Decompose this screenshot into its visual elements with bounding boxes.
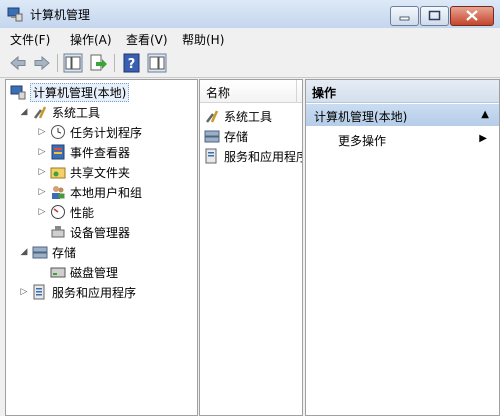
tree-item-local-users[interactable]: ▷ 本地用户和组 — [36, 182, 142, 202]
tree-item-services-apps[interactable]: ▷ 服务和应用程序 — [18, 282, 136, 302]
forward-arrow-icon[interactable] — [32, 53, 52, 73]
tree-item-label: 设备管理器 — [70, 225, 131, 240]
actions-group-label: 计算机管理(本地) — [314, 110, 408, 124]
collapse-triangle-icon[interactable]: ◢ — [18, 246, 30, 258]
tree-item-label: 系统工具 — [52, 105, 101, 120]
list-item-system-tools[interactable]: 系统工具 — [204, 106, 272, 126]
system-tools-icon — [206, 110, 219, 123]
actions-header: 操作 — [306, 80, 499, 103]
minimize-button[interactable] — [390, 6, 419, 26]
expand-triangle-icon[interactable]: ▷ — [36, 206, 48, 218]
tree-item-event-viewer[interactable]: ▷ 事件查看器 — [36, 142, 130, 162]
toolbar: ? — [0, 48, 500, 78]
device-manager-icon — [51, 226, 65, 238]
collapse-up-arrow-icon[interactable]: ▲ — [481, 109, 489, 120]
help-icon[interactable]: ? — [122, 53, 142, 73]
services-applications-icon — [33, 284, 45, 300]
disk-management-icon — [50, 267, 66, 278]
export-list-icon[interactable] — [88, 53, 108, 73]
console-tree-pane[interactable]: 计算机管理(本地) ◢ 系统工具 ▷ 任务计划程序 ▷ 事件查看器 ▷ 共享文件… — [5, 79, 198, 416]
show-tree-icon[interactable] — [63, 53, 83, 73]
close-icon — [466, 10, 478, 21]
list-item-label: 存储 — [224, 129, 249, 144]
actions-pane: 操作 计算机管理(本地) ▲ 更多操作 ▶ — [305, 79, 500, 416]
maximize-icon — [428, 10, 441, 21]
menu-action[interactable]: 操作(A) — [70, 31, 112, 48]
expand-triangle-icon[interactable]: ▷ — [36, 146, 48, 158]
menu-bar: 文件(F) 操作(A) 查看(V) 帮助(H) — [0, 28, 500, 48]
close-button[interactable] — [450, 6, 494, 26]
menu-view[interactable]: 查看(V) — [126, 31, 168, 48]
window-title: 计算机管理 — [30, 8, 91, 22]
computer-management-window: 计算机管理 文件(F) 操作(A) 查看(V) 帮助(H) ? 计算机管理(本地… — [0, 0, 500, 416]
tree-item-shared-folders[interactable]: ▷ 共享文件夹 — [36, 162, 130, 182]
tree-item-label: 共享文件夹 — [70, 165, 131, 180]
menu-help[interactable]: 帮助(H) — [182, 31, 224, 48]
results-pane[interactable]: 名称 系统工具 存储 服务和应用程序 — [199, 79, 303, 416]
back-arrow-icon[interactable] — [8, 53, 28, 73]
actions-header-label: 操作 — [312, 86, 337, 100]
svg-text:?: ? — [128, 57, 136, 72]
tree-item-storage[interactable]: ◢ 存储 — [18, 242, 76, 262]
title-bar[interactable]: 计算机管理 — [0, 0, 500, 28]
computer-management-icon — [10, 85, 26, 100]
storage-icon — [204, 130, 220, 143]
tree-item-label: 服务和应用程序 — [52, 285, 137, 300]
list-item-label: 服务和应用程序 — [224, 149, 303, 164]
actions-group-root[interactable]: 计算机管理(本地) ▲ — [306, 104, 499, 126]
services-applications-icon — [205, 148, 217, 164]
tree-item-root[interactable]: 计算机管理(本地) — [10, 82, 130, 102]
users-icon — [52, 186, 65, 199]
tree-item-label: 本地用户和组 — [70, 185, 143, 200]
tree-item-device-manager[interactable]: 设备管理器 — [50, 222, 130, 242]
tree-item-label: 任务计划程序 — [70, 125, 143, 140]
list-item-label: 系统工具 — [224, 109, 273, 124]
menu-file[interactable]: 文件(F) — [10, 31, 50, 48]
performance-gauge-icon — [51, 205, 65, 219]
list-item-services-apps[interactable]: 服务和应用程序 — [204, 146, 303, 166]
tree-item-label: 存储 — [52, 245, 77, 260]
tree-item-label: 磁盘管理 — [70, 265, 119, 280]
list-item-storage[interactable]: 存储 — [204, 126, 248, 146]
tree-item-task-scheduler[interactable]: ▷ 任务计划程序 — [36, 122, 142, 142]
shared-folder-icon — [50, 167, 66, 179]
tree-item-system-tools[interactable]: ◢ 系统工具 — [18, 102, 100, 122]
expand-triangle-icon[interactable]: ▷ — [36, 126, 48, 138]
maximize-button[interactable] — [420, 6, 449, 26]
tree-item-label: 计算机管理(本地) — [30, 82, 130, 102]
collapse-triangle-icon[interactable]: ◢ — [18, 106, 30, 118]
action-label: 更多操作 — [338, 134, 387, 148]
expand-triangle-icon[interactable]: ▷ — [36, 166, 48, 178]
tree-item-performance[interactable]: ▷ 性能 — [36, 202, 94, 222]
action-pane-icon[interactable] — [147, 53, 167, 73]
computer-management-icon — [7, 7, 23, 22]
column-header-name[interactable]: 名称 — [200, 80, 302, 103]
column-header-label: 名称 — [206, 86, 231, 100]
tree-item-disk-management[interactable]: 磁盘管理 — [50, 262, 118, 282]
event-viewer-icon — [51, 144, 65, 160]
submenu-arrow-icon: ▶ — [479, 133, 487, 144]
storage-icon — [32, 246, 48, 259]
expand-triangle-icon[interactable]: ▷ — [36, 186, 48, 198]
tree-item-label: 性能 — [70, 205, 95, 220]
clock-icon — [51, 125, 65, 139]
system-tools-icon — [34, 106, 47, 119]
action-more-actions[interactable]: 更多操作 ▶ — [306, 128, 499, 150]
expand-triangle-icon[interactable]: ▷ — [18, 286, 30, 298]
minimize-icon — [399, 16, 410, 21]
tree-item-label: 事件查看器 — [70, 145, 131, 160]
